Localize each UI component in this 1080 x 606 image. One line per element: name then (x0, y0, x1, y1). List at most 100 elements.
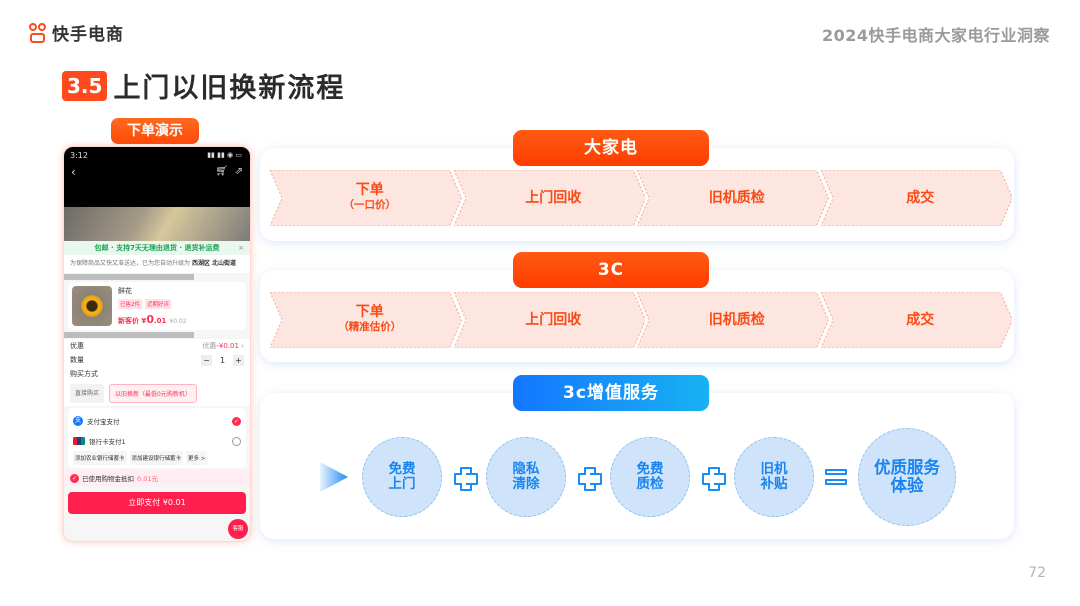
unionpay-icon (73, 437, 85, 445)
customer-service-button[interactable]: 客服 (228, 519, 248, 539)
checked-icon[interactable]: ✓ (232, 416, 241, 426)
deduction-text: 已使用购物金抵扣 (82, 475, 134, 483)
price-original: ¥0.02 (169, 318, 187, 325)
product-price: 新客价 ¥0.01 ¥0.02 (118, 313, 187, 326)
phone-screenshot: 3:12 ▮▮ ▮▮ ◉ ▭ ‹ 🛒︎ ⇗ 包邮 · 支持7天无理由退货 · 退… (63, 146, 251, 542)
pay-now-button[interactable]: 立即支付 ¥0.01 (68, 492, 246, 514)
page-number: 72 (1028, 565, 1046, 581)
equals-icon (814, 469, 858, 485)
step-label: 旧机质检 (708, 311, 765, 328)
debug-overlay (64, 274, 195, 280)
deduction-row[interactable]: ✓ 已使用购物金抵扣 0.01元 (64, 470, 250, 486)
step-label: 下单 (355, 304, 384, 320)
flow-step: 上门回收 (453, 292, 645, 348)
service-circle: 旧机 补贴 (734, 437, 814, 517)
price-main: 0 (146, 313, 154, 326)
step-label: 上门回收 (525, 189, 582, 206)
flow-step: 旧机质检 (637, 170, 829, 226)
service-circle: 免费 上门 (362, 437, 442, 517)
deduction-value: 0.01元 (137, 475, 158, 483)
step-sublabel: （精准估价） (338, 321, 402, 333)
flow-step: 下单 （精准估价） (270, 292, 462, 348)
product-card[interactable]: 鲜花 已售2件 近期好评 新客价 ¥0.01 ¥0.02 (68, 282, 246, 330)
discount-row[interactable]: 优惠 优惠-¥0.01 › (64, 339, 250, 353)
service-line: 优质服务 (874, 458, 940, 477)
sunflower-thumbnail (72, 286, 112, 326)
service-line: 隐私 (512, 461, 540, 477)
cart-icon[interactable]: 🛒︎ (215, 166, 228, 177)
step-label: 下单 (355, 182, 384, 198)
flow-step: 旧机质检 (637, 292, 829, 348)
more-banks[interactable]: 更多 > (186, 451, 208, 465)
close-icon[interactable]: × (238, 241, 244, 255)
report-title: 2024快手电商大家电行业洞察 (821, 26, 1050, 45)
page-title: 上门以旧换新流程 (113, 73, 346, 104)
kuaishou-logo-icon (28, 22, 48, 44)
plus-icon (442, 467, 486, 491)
flow-steps: 下单 （一口价） 上门回收 旧机质检 成交 (270, 170, 1012, 226)
service-line: 免费 (636, 461, 664, 477)
product-tag: 近期好评 (145, 299, 172, 309)
payment-alipay[interactable]: 支支付宝支付 ✓ (73, 411, 241, 431)
minus-button[interactable]: − (201, 354, 212, 366)
product-tag: 已售2件 (118, 299, 142, 309)
payment-bankcard[interactable]: 银行卡支付1 (73, 431, 241, 451)
step-label: 成交 (906, 189, 935, 206)
phone-header: 3:12 ▮▮ ▮▮ ◉ ▭ ‹ 🛒︎ ⇗ (64, 147, 250, 207)
back-icon[interactable]: ‹ (71, 165, 76, 179)
service-line: 补贴 (760, 476, 788, 492)
shipping-banner-text: 包邮 · 支持7天无理由退货 · 退货补运费 (94, 244, 220, 252)
price-label: 新客价 ¥ (118, 317, 147, 325)
services-panel: 免费 上门 隐私 清除 免费 质检 旧机 补贴 优质服务 体验 (260, 393, 1014, 539)
share-icon[interactable]: ⇗ (235, 166, 243, 177)
trade-in-option[interactable]: 以旧换新（最低0元购新机） (109, 384, 197, 403)
service-circle: 隐私 清除 (486, 437, 566, 517)
debug-overlay (64, 332, 195, 338)
flow-title-3c: 3C (513, 252, 709, 288)
section-number: 3.5 (62, 70, 108, 101)
delivery-notice: 为保障商品又快又准送达，已为您自动升级为 西湖区 北山街道 (64, 255, 250, 273)
quantity-stepper[interactable]: − 1 + (201, 354, 244, 366)
quantity-row: 数量 − 1 + (64, 353, 250, 367)
step-label: 上门回收 (525, 311, 582, 328)
product-banner-image (64, 207, 250, 241)
step-label: 成交 (906, 311, 935, 328)
brand-name: 快手电商 (52, 25, 124, 45)
flow-title-appliance: 大家电 (513, 130, 709, 166)
services-title: 3c增值服务 (513, 375, 709, 411)
bank-options: 添加农业银行储蓄卡 添加建设银行储蓄卡 更多 > (73, 451, 241, 465)
payment-methods: 支支付宝支付 ✓ 银行卡支付1 添加农业银行储蓄卡 添加建设银行储蓄卡 更多 > (68, 408, 246, 468)
service-circle: 免费 质检 (610, 437, 690, 517)
product-name: 鲜花 (118, 287, 132, 295)
payment-label: 银行卡支付1 (89, 438, 126, 446)
price-decimal: .01 (153, 317, 167, 325)
buy-method-label: 购买方式 (70, 370, 98, 378)
flow-steps: 下单 （精准估价） 上门回收 旧机质检 成交 (270, 292, 1012, 348)
quantity-label: 数量 (70, 356, 84, 364)
service-line: 上门 (388, 476, 416, 492)
plus-button[interactable]: + (233, 354, 244, 366)
checked-icon[interactable]: ✓ (70, 473, 79, 483)
direct-buy-option[interactable]: 直接购买 (70, 384, 105, 403)
discount-prefix: 优惠 (202, 342, 217, 350)
section-heading: 3.5 上门以旧换新流程 (62, 66, 345, 105)
service-line: 体验 (890, 476, 924, 495)
alipay-icon: 支 (73, 416, 83, 426)
quantity-value: 1 (219, 355, 226, 365)
flow-step: 上门回收 (453, 170, 645, 226)
flow-step: 成交 (820, 292, 1012, 348)
brand-logo: 快手电商 (28, 20, 124, 45)
add-ccb-card[interactable]: 添加建设银行储蓄卡 (129, 451, 184, 465)
radio-icon[interactable] (232, 436, 241, 446)
phone-status-icons: ▮▮ ▮▮ ◉ ▭ (207, 151, 242, 159)
buy-options: 直接购买 以旧换新（最低0元购新机） (64, 381, 250, 406)
plus-icon (566, 467, 610, 491)
flow-step: 成交 (820, 170, 1012, 226)
payment-label: 支付宝支付 (87, 418, 120, 426)
demo-label: 下单演示 (111, 118, 199, 144)
add-abc-card[interactable]: 添加农业银行储蓄卡 (73, 451, 127, 465)
notice-location: 西湖区 北山街道 (191, 260, 237, 267)
service-result-circle: 优质服务 体验 (858, 428, 956, 526)
shipping-banner: 包邮 · 支持7天无理由退货 · 退货补运费 × (64, 241, 250, 255)
discount-label: 优惠 (70, 342, 84, 350)
